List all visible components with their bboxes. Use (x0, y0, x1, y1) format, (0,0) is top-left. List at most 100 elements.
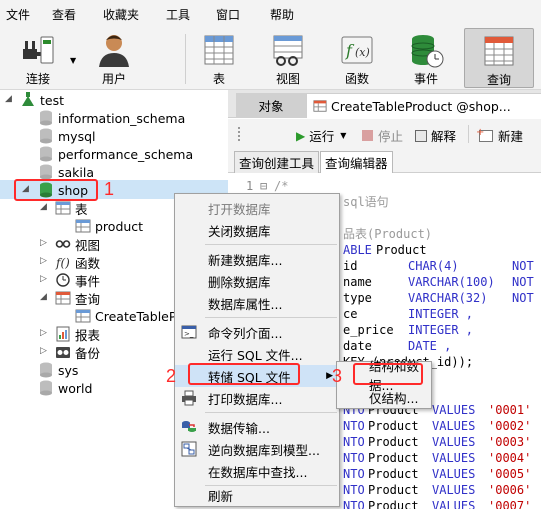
subtab-label: 查询创建工具 (239, 156, 315, 171)
menu-view[interactable]: 查看 (52, 6, 76, 23)
tree-db-mysql[interactable]: mysql (38, 127, 96, 145)
query-toolbar: ▶ 运行 ▼ 停止 解释 + 新建 (228, 119, 541, 149)
menu-refresh[interactable]: 刷新 (175, 484, 339, 506)
menu-label: 命令列介面... (208, 325, 283, 341)
new-query-icon: + (476, 127, 493, 142)
menu-tools[interactable]: 工具 (166, 6, 190, 23)
tree-label: performance_schema (58, 146, 194, 162)
tree-db-information-schema[interactable]: information_schema (38, 109, 185, 127)
collapse-arrow-icon[interactable]: ▷ (40, 238, 47, 248)
code-column: ce (343, 307, 358, 321)
collapse-arrow-icon[interactable]: ▷ (40, 274, 47, 284)
menu-delete-database[interactable]: 删除数据库 (175, 270, 339, 292)
tree-db-world[interactable]: world (38, 379, 92, 397)
menu-open-database[interactable]: 打开数据库 (175, 197, 339, 219)
tree-events[interactable]: 事件 (55, 271, 100, 289)
menu-print-database[interactable]: 打印数据库... (175, 387, 339, 409)
tree-label: 函数 (75, 255, 101, 271)
menu-file[interactable]: 文件 (6, 6, 30, 23)
tree-label: sys (58, 362, 79, 378)
menu-favorites[interactable]: 收藏夹 (103, 6, 139, 23)
chevron-down-icon[interactable]: ▼ (340, 131, 346, 140)
tree-label: mysql (58, 128, 96, 144)
database-icon (40, 164, 52, 180)
menu-reverse-to-model[interactable]: 逆向数据库到模型... (175, 438, 339, 460)
run-button[interactable]: ▶ 运行 ▼ (296, 126, 346, 145)
stop-button[interactable]: 停止 (362, 126, 403, 145)
function-label: 函数 (344, 72, 369, 86)
code-identifier: Product (368, 483, 419, 497)
tree-views[interactable]: 视图 (55, 235, 100, 253)
explain-button[interactable]: 解释 (415, 126, 456, 145)
database-icon (40, 146, 52, 162)
code-type: INTEGER , (408, 323, 474, 337)
table-button[interactable]: 表 (190, 28, 248, 88)
tree-reports[interactable]: 报表 (55, 325, 100, 343)
view-button[interactable]: 视图 (259, 28, 317, 88)
event-button[interactable]: 事件 (397, 28, 455, 88)
new-label: 新建 (498, 129, 524, 144)
expand-arrow-icon[interactable]: ◢ (5, 94, 12, 104)
tree-connection-test[interactable]: test (20, 91, 64, 109)
connect-dropdown-icon[interactable]: ▼ (70, 56, 76, 65)
code-type: INTEGER , (408, 307, 474, 321)
tree-label: test (40, 92, 65, 108)
menu-structure-only[interactable]: 仅结构... (337, 386, 431, 408)
collapse-arrow-icon[interactable]: ▷ (40, 346, 47, 356)
tree-queries[interactable]: 查询 (55, 289, 100, 307)
user-button[interactable]: 用户 (84, 28, 144, 88)
annotation-box-struct-data (353, 363, 423, 385)
query-icon (55, 291, 71, 305)
code-keyword: VALUES (432, 483, 476, 497)
toolbar-grip (238, 127, 248, 141)
tab-objects[interactable]: 对象 (236, 93, 306, 118)
tab-query[interactable]: CreateTableProduct @shop... (306, 93, 541, 118)
tree-query-item[interactable]: CreateTablePr (75, 307, 181, 325)
code-column: type (343, 291, 372, 305)
collapse-arrow-icon[interactable]: ▷ (40, 256, 47, 266)
collapse-arrow-icon[interactable]: ▷ (40, 328, 47, 338)
view-icon (55, 240, 71, 248)
menu-close-database[interactable]: 关闭数据库 (175, 219, 339, 241)
tree-tables[interactable]: 表 (55, 199, 88, 217)
tree-label: product (95, 218, 144, 234)
code-column: e_price (343, 323, 394, 337)
code-string: '0005' (488, 467, 532, 481)
menu-window[interactable]: 窗口 (216, 6, 240, 23)
menu-run-sql-file[interactable]: 运行 SQL 文件... (175, 343, 339, 365)
view-label: 视图 (275, 72, 300, 86)
annotation-box-dump (188, 363, 300, 385)
tree-backups[interactable]: 备份 (55, 343, 100, 361)
toolbar-separator (468, 125, 469, 143)
tree-db-performance-schema[interactable]: performance_schema (38, 145, 193, 163)
code-string: '0002' (488, 419, 532, 433)
new-button[interactable]: + 新建 (476, 126, 524, 145)
table-icon (204, 35, 234, 65)
menu-help[interactable]: 帮助 (270, 6, 294, 23)
connect-button[interactable]: 连接 (8, 28, 68, 88)
tree-table-product[interactable]: product (75, 217, 143, 235)
query-button[interactable]: 查询 (464, 28, 534, 88)
menu-new-database[interactable]: 新建数据库... (175, 248, 339, 270)
fold-icon[interactable]: ⊟ (260, 178, 267, 194)
code-keyword: VALUES (432, 451, 476, 465)
toolbar-separator (185, 34, 186, 84)
menu-command-line[interactable]: >_ 命令列介面... (175, 321, 339, 343)
menu-find-in-database[interactable]: 在数据库中查找... (175, 460, 339, 482)
tab-query-builder[interactable]: 查询创建工具 (234, 151, 320, 173)
expand-arrow-icon[interactable]: ◢ (40, 292, 47, 302)
menu-database-properties[interactable]: 数据库属性... (175, 292, 339, 314)
code-string: '0001' (488, 403, 532, 417)
tree-db-sys[interactable]: sys (38, 361, 78, 379)
menu-data-transfer[interactable]: 数据传输... (175, 416, 339, 438)
printer-icon (182, 390, 196, 406)
tree-label: sakila (58, 164, 95, 180)
expand-arrow-icon[interactable]: ◢ (40, 202, 47, 212)
function-button[interactable]: f (x) 函数 (328, 28, 386, 88)
tree-functions[interactable]: f() 函数 (55, 253, 100, 271)
annotation-box-shop (14, 179, 98, 201)
code-identifier: Product (368, 499, 419, 509)
tab-query-editor[interactable]: 查询编辑器 (320, 151, 393, 173)
code-type: DATE , (408, 339, 452, 353)
svg-text:(x): (x) (355, 46, 370, 59)
